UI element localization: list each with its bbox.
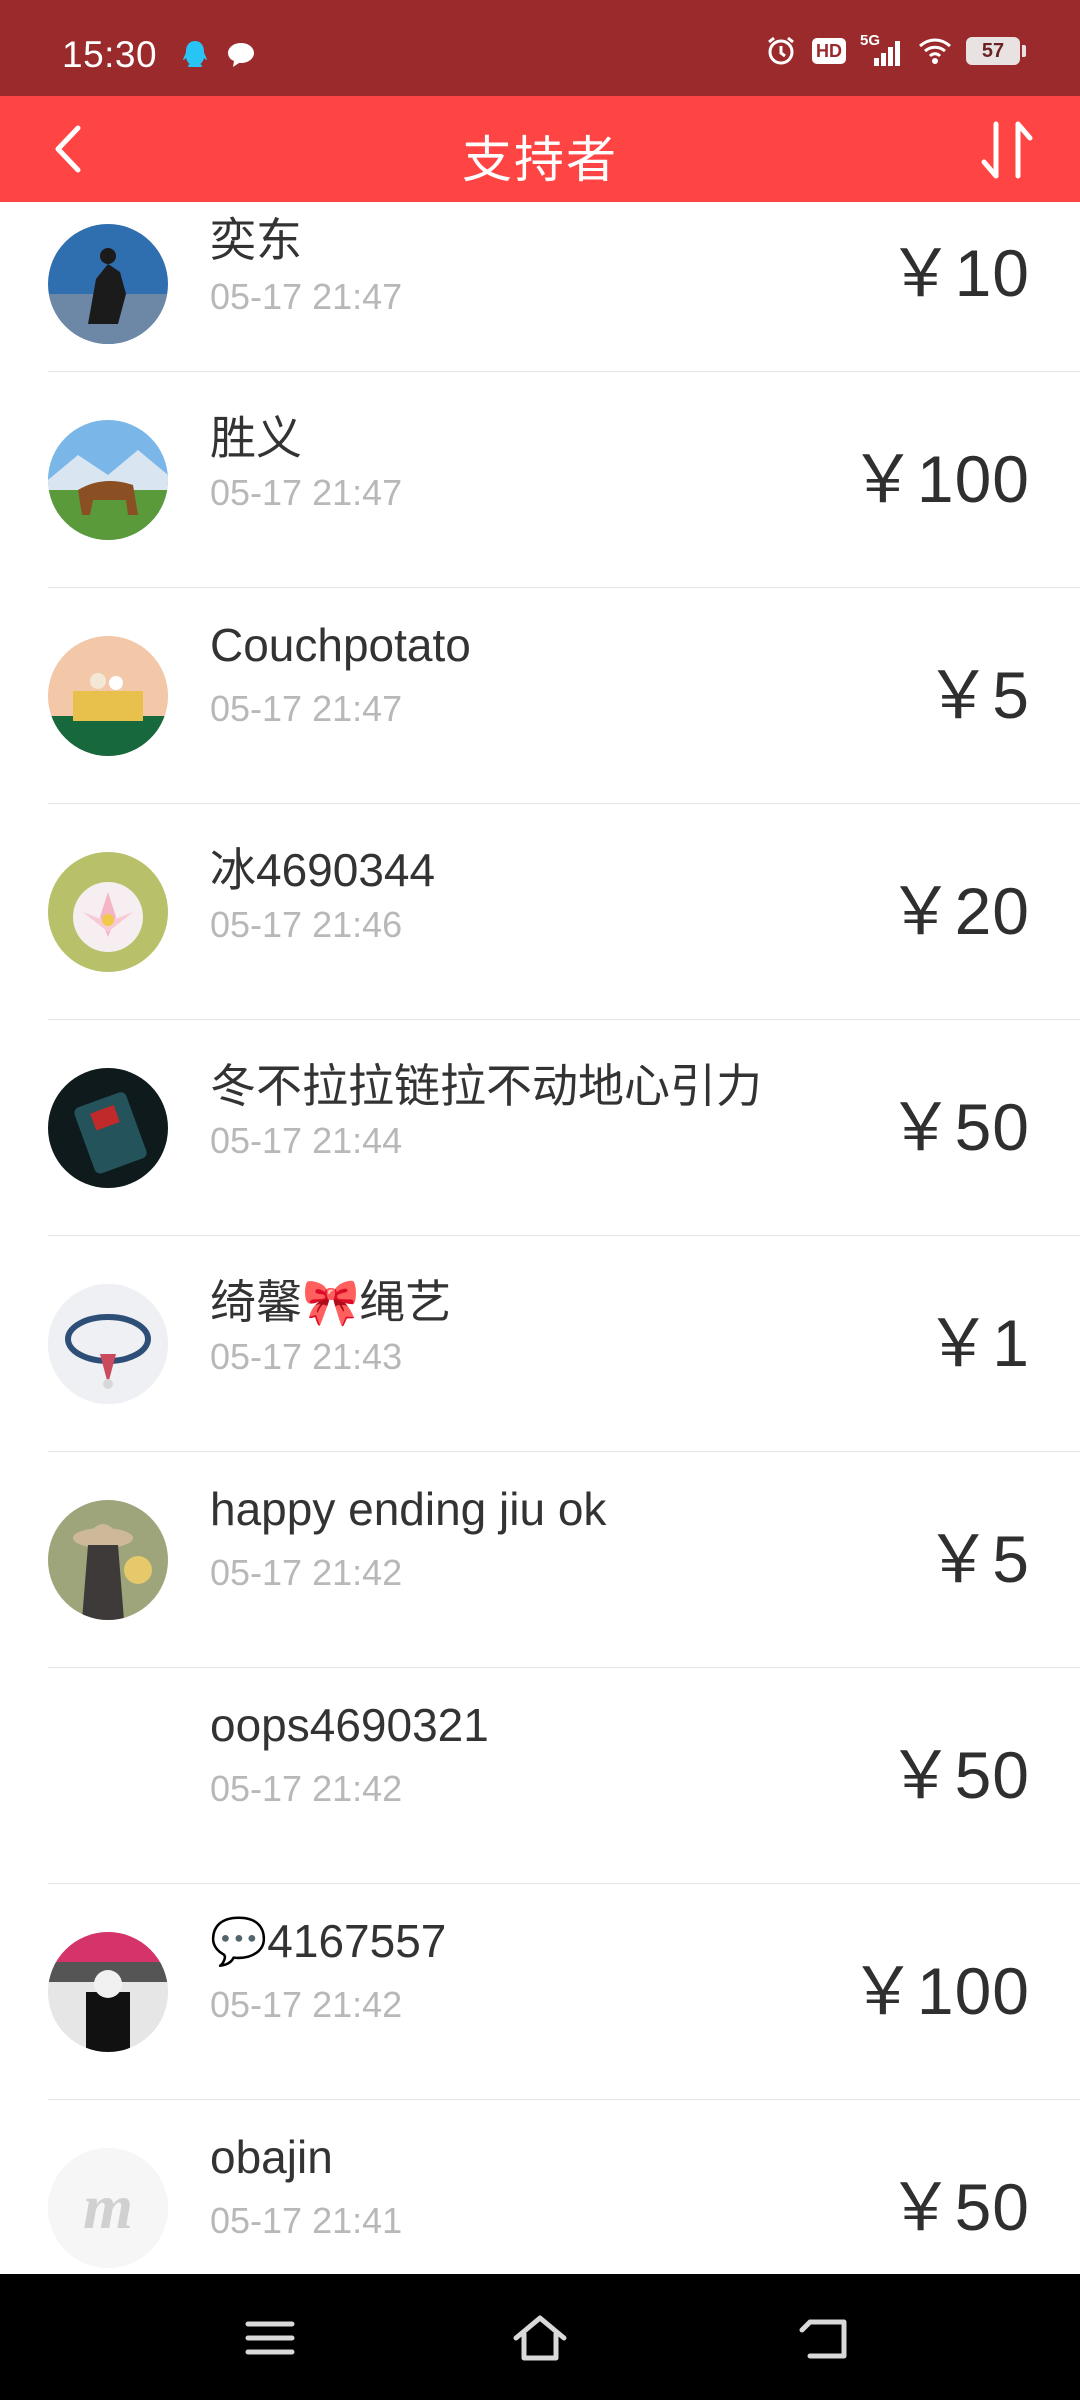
status-bar: 15:30 HD 5G 57 [0, 0, 1080, 96]
support-time: 05-17 21:42 [210, 1984, 403, 2025]
support-amount: ￥1 [925, 1305, 1030, 1380]
list-item[interactable]: m obajin 05-17 21:41 ￥50 [48, 2100, 1080, 2274]
support-amount: ￥5 [925, 1521, 1030, 1596]
alarm-icon [768, 36, 794, 65]
list-item[interactable]: 胜义 05-17 21:47 ￥100 [48, 372, 1080, 588]
avatar [48, 851, 168, 972]
support-time: 05-17 21:47 [210, 688, 403, 729]
list-item[interactable]: 💬4167557 05-17 21:42 ￥100 [48, 1884, 1080, 2100]
avatar [48, 1283, 168, 1404]
system-nav-bar [0, 2274, 1080, 2400]
avatar [48, 419, 168, 540]
supporter-name: 绮馨🎀绳艺 [210, 1276, 452, 1328]
list-item[interactable]: Couchpotato 05-17 21:47 ￥5 [48, 588, 1080, 804]
avatar [48, 1931, 168, 2052]
support-amount: ￥100 [849, 1953, 1030, 2028]
support-amount: ￥100 [849, 441, 1030, 516]
supporter-name: 奕东 [210, 214, 302, 266]
status-time: 15:30 [62, 34, 158, 75]
5g-signal-icon: 5G [860, 32, 904, 68]
avatar [48, 1715, 168, 1836]
menu-icon[interactable] [240, 2310, 300, 2366]
avatar [48, 224, 168, 344]
support-amount: ￥20 [887, 873, 1030, 948]
list-item[interactable]: happy ending jiu ok 05-17 21:42 ￥5 [48, 1452, 1080, 1668]
list-item[interactable]: 冰4690344 05-17 21:46 ￥20 [48, 804, 1080, 1020]
support-amount: ￥5 [925, 657, 1030, 732]
list-item[interactable]: 奕东 05-17 21:47 ￥10 [48, 202, 1080, 372]
supporter-name: Couchpotato [210, 619, 471, 671]
status-right-icons: HD 5G 57 [764, 32, 1026, 68]
support-amount: ￥50 [887, 2169, 1030, 2244]
avatar [48, 1499, 168, 1620]
list-item[interactable]: 冬不拉拉链拉不动地心引力 05-17 21:44 ￥50 [48, 1020, 1080, 1236]
list-item[interactable]: oops4690321 05-17 21:42 ￥50 [48, 1668, 1080, 1884]
page-title: 支持者 [462, 132, 618, 188]
supporter-name: happy ending jiu ok [210, 1483, 607, 1535]
supporter-name: obajin [210, 2131, 333, 2183]
support-time: 05-17 21:42 [210, 1768, 403, 1809]
svg-text:m: m [83, 2171, 133, 2242]
avatar: m [48, 2147, 168, 2268]
status-left-icons [178, 38, 258, 72]
qq-icon [183, 41, 207, 67]
hd-icon: HD [812, 38, 846, 64]
avatar [48, 635, 168, 756]
support-time: 05-17 21:43 [210, 1336, 403, 1377]
avatar [48, 1067, 168, 1188]
supporter-name: 冰4690344 [210, 844, 436, 896]
support-time: 05-17 21:46 [210, 904, 403, 945]
app-bar: 支持者 [0, 96, 1080, 202]
supporter-name: 💬4167557 [210, 1915, 447, 1967]
sort-icon[interactable] [974, 116, 1040, 184]
supporter-name: 冬不拉拉链拉不动地心引力 [210, 1060, 762, 1112]
supporter-name: oops4690321 [210, 1699, 489, 1751]
supporter-name: 胜义 [210, 412, 302, 464]
support-time: 05-17 21:42 [210, 1552, 403, 1593]
supporters-list[interactable]: 奕东 05-17 21:47 ￥10 胜义 05-17 21:47 ￥100 C… [0, 202, 1080, 2274]
back-icon[interactable] [796, 2310, 856, 2366]
support-time: 05-17 21:41 [210, 2200, 403, 2241]
battery-icon: 57 [966, 37, 1026, 65]
support-time: 05-17 21:44 [210, 1120, 403, 1161]
support-time: 05-17 21:47 [210, 472, 403, 513]
support-amount: ￥10 [887, 236, 1030, 310]
chat-bubble-icon [228, 43, 254, 67]
wifi-icon [919, 38, 951, 64]
support-amount: ￥50 [887, 1089, 1030, 1164]
list-item[interactable]: 绮馨🎀绳艺 05-17 21:43 ￥1 [48, 1236, 1080, 1452]
support-time: 05-17 21:47 [210, 276, 403, 317]
support-amount: ￥50 [887, 1737, 1030, 1812]
home-icon[interactable] [510, 2310, 570, 2366]
